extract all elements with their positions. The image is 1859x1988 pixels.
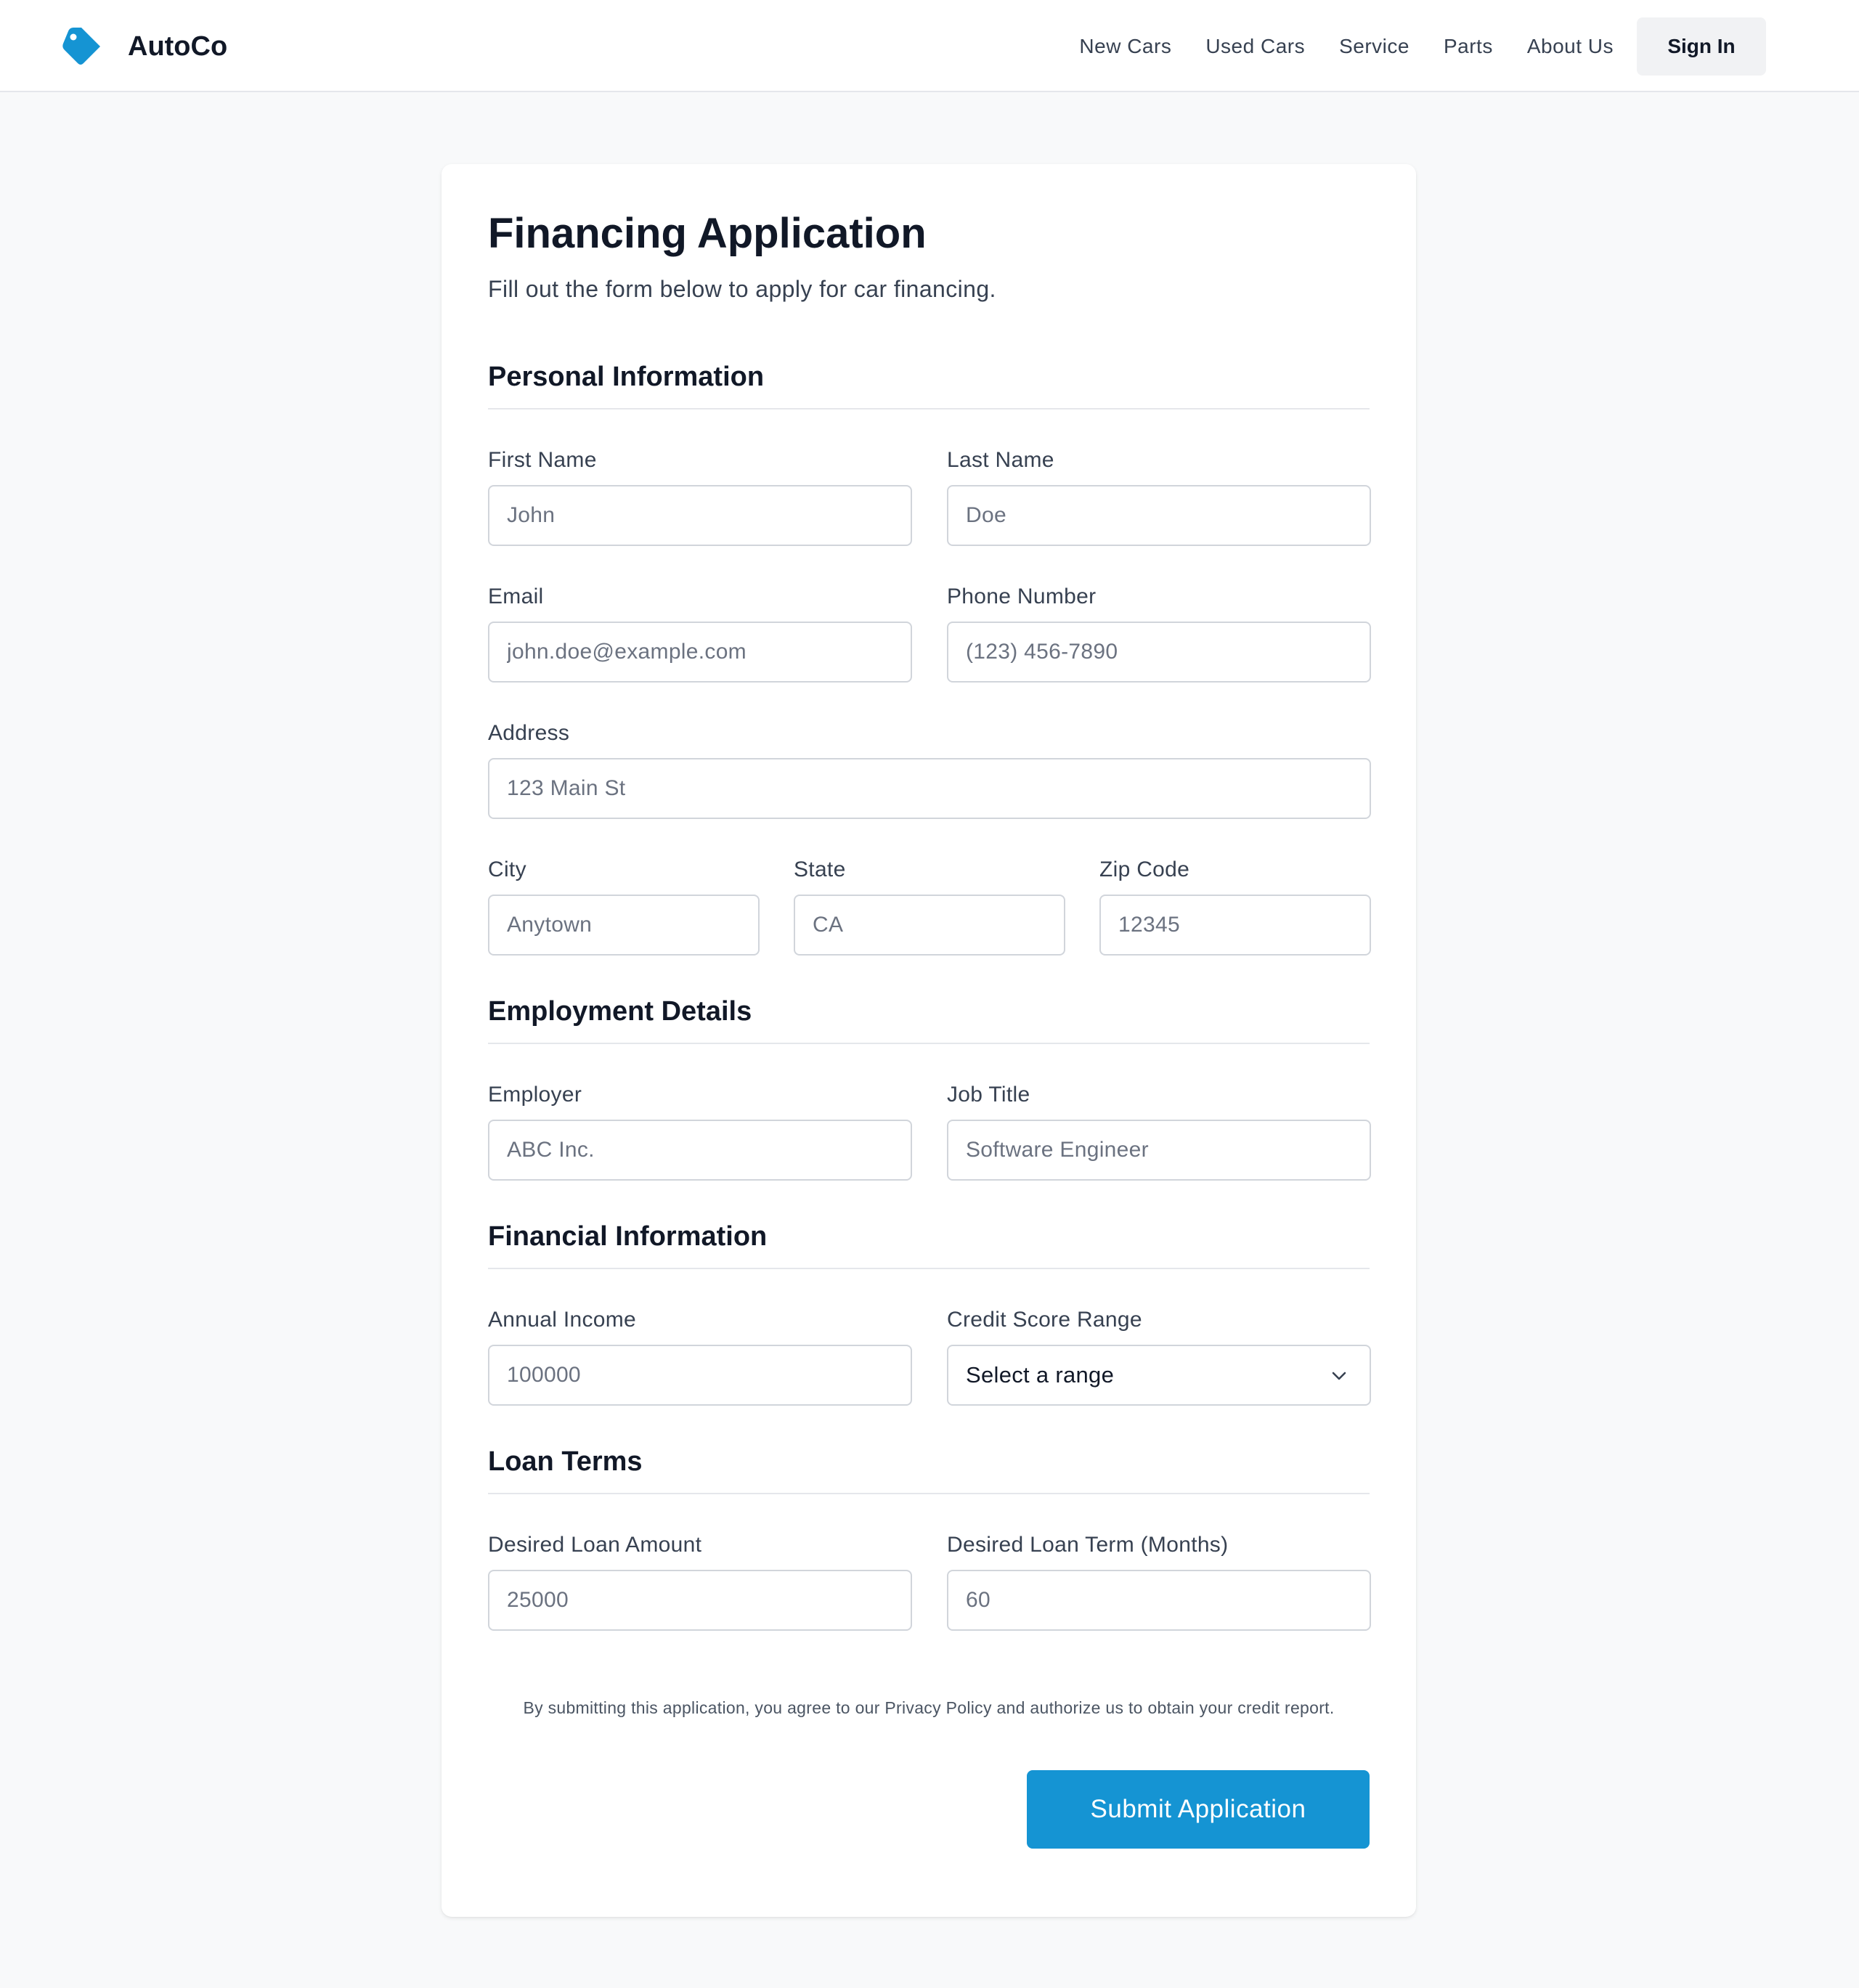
- email-input[interactable]: [488, 622, 912, 683]
- chevron-down-icon: [1332, 1372, 1346, 1380]
- nav-link-service[interactable]: Service: [1339, 35, 1409, 58]
- state-label: State: [794, 857, 846, 881]
- application-card: Financing Application Fill out the form …: [442, 164, 1416, 1917]
- annual-income-input[interactable]: [488, 1345, 912, 1406]
- job-title-label: Job Title: [947, 1083, 1030, 1107]
- consent-text: By submitting this application, you agre…: [523, 1698, 1335, 1717]
- email-label: Email: [488, 584, 544, 608]
- address-input[interactable]: [488, 758, 1371, 819]
- nav-link-parts[interactable]: Parts: [1444, 35, 1493, 58]
- nav-link-about-us[interactable]: About Us: [1527, 35, 1614, 58]
- last-name-label: Last Name: [947, 448, 1054, 472]
- phone-label: Phone Number: [947, 584, 1097, 608]
- loan-amount-label: Desired Loan Amount: [488, 1533, 702, 1557]
- state-input[interactable]: [794, 895, 1065, 956]
- loan-term-label: Desired Loan Term (Months): [947, 1533, 1229, 1557]
- section-title-employment: Employment Details: [488, 993, 1370, 1044]
- loan-amount-input[interactable]: [488, 1570, 912, 1631]
- city-input[interactable]: [488, 895, 760, 956]
- credit-score-select[interactable]: Select a range: [947, 1345, 1371, 1406]
- section-title-financial: Financial Information: [488, 1218, 1370, 1269]
- address-label: Address: [488, 721, 570, 745]
- annual-income-label: Annual Income: [488, 1308, 637, 1332]
- nav-link-new-cars[interactable]: New Cars: [1079, 35, 1171, 58]
- job-title-input[interactable]: [947, 1120, 1371, 1181]
- city-label: City: [488, 857, 526, 881]
- first-name-input[interactable]: [488, 485, 912, 546]
- first-name-label: First Name: [488, 448, 597, 472]
- employer-label: Employer: [488, 1083, 582, 1107]
- last-name-input[interactable]: [947, 485, 1371, 546]
- nav-link-used-cars[interactable]: Used Cars: [1205, 35, 1305, 58]
- nav-links: New Cars Used Cars Service Parts About U…: [1079, 17, 1766, 76]
- sign-in-button[interactable]: Sign In: [1637, 17, 1766, 76]
- tag-icon[interactable]: [60, 25, 103, 68]
- loan-term-input[interactable]: [947, 1570, 1371, 1631]
- top-nav: AutoCo New Cars Used Cars Service Parts …: [0, 0, 1859, 92]
- section-title-loan: Loan Terms: [488, 1443, 1370, 1494]
- page-title: Financing Application: [488, 210, 927, 257]
- phone-input[interactable]: [947, 622, 1371, 683]
- page-subtitle: Fill out the form below to apply for car…: [488, 276, 996, 302]
- zip-label: Zip Code: [1099, 857, 1190, 881]
- submit-application-button[interactable]: Submit Application: [1027, 1770, 1370, 1849]
- zip-input[interactable]: [1099, 895, 1371, 956]
- employer-input[interactable]: [488, 1120, 912, 1181]
- credit-score-selected-value: Select a range: [966, 1362, 1115, 1388]
- section-title-personal: Personal Information: [488, 359, 1370, 410]
- brand-name[interactable]: AutoCo: [128, 28, 227, 65]
- credit-score-label: Credit Score Range: [947, 1308, 1142, 1332]
